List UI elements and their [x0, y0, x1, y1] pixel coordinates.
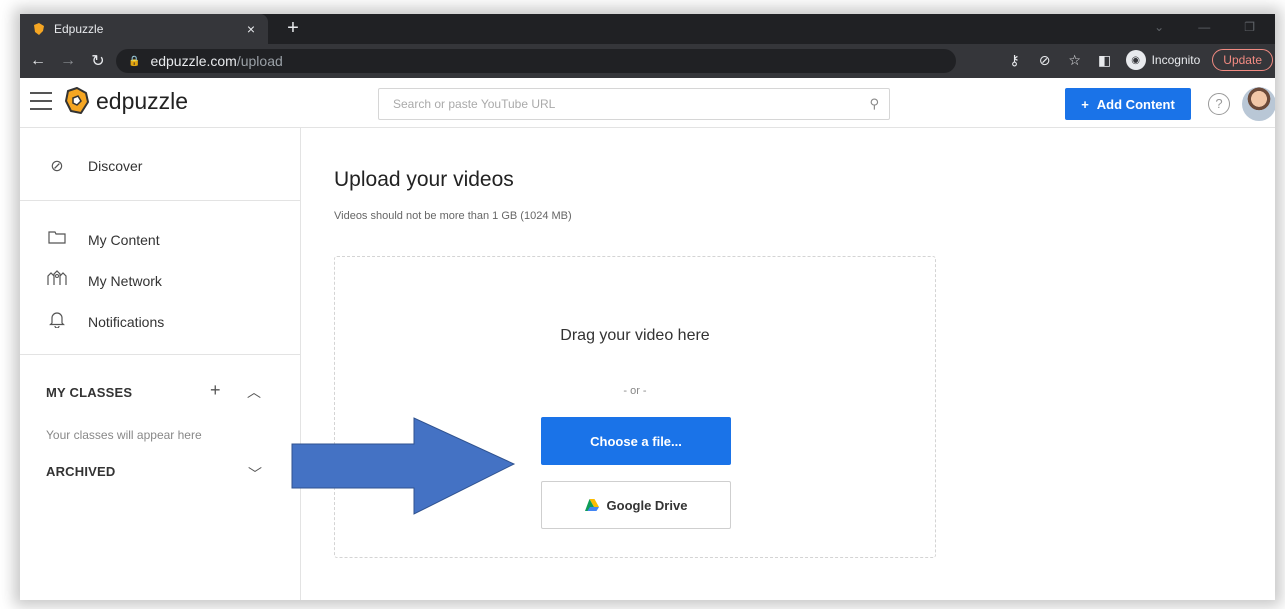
app-header: edpuzzle ⚲ + Add Content ?: [20, 78, 1275, 128]
plus-icon: +: [1081, 96, 1089, 112]
key-icon[interactable]: ⚷: [1006, 52, 1024, 69]
drag-text: Drag your video here: [560, 327, 710, 344]
window-controls: ⌄ — ❐: [1154, 20, 1255, 34]
add-content-button[interactable]: + Add Content: [1065, 88, 1191, 120]
address-bar[interactable]: 🔒 edpuzzle.com /upload: [116, 49, 956, 73]
logo-text: edpuzzle: [96, 87, 189, 114]
sidebar-divider: [20, 200, 301, 201]
side-panel-icon[interactable]: ◧: [1096, 52, 1114, 69]
back-icon[interactable]: ←: [26, 52, 50, 70]
screenshot-frame: Edpuzzle × + ⌄ — ❐ ← → ↻ 🔒 edpuzzle.com …: [20, 14, 1275, 600]
puzzle-logo-icon: [65, 87, 89, 114]
url-host: edpuzzle.com: [150, 53, 237, 69]
page-title: Upload your videos: [334, 168, 514, 191]
browser-tab-bar: Edpuzzle × + ⌄ — ❐: [20, 14, 1275, 44]
archived-heading[interactable]: ARCHIVED: [46, 464, 116, 479]
restore-icon[interactable]: ❐: [1244, 20, 1255, 34]
edpuzzle-favicon-icon: [32, 22, 46, 36]
google-drive-label: Google Drive: [606, 497, 688, 513]
or-separator: - or -: [623, 385, 647, 397]
search-input[interactable]: [393, 97, 853, 111]
avatar[interactable]: [1242, 87, 1275, 121]
add-content-label: Add Content: [1096, 96, 1175, 112]
sidebar-item-my-network[interactable]: My Network: [20, 270, 162, 291]
eye-off-icon[interactable]: ⊘: [1036, 52, 1054, 69]
compass-icon: ⊘: [50, 158, 64, 175]
bell-icon: [46, 310, 68, 333]
sidebar-item-label: My Network: [88, 272, 162, 289]
help-icon[interactable]: ?: [1208, 93, 1230, 115]
network-icon: [46, 270, 68, 291]
reload-icon[interactable]: ↻: [86, 51, 110, 71]
toolbar-actions: ⚷ ⊘ ☆ ◧ ◉ Incognito Update: [1006, 49, 1275, 71]
tab-close-icon[interactable]: ×: [242, 20, 260, 38]
minimize-icon[interactable]: —: [1198, 20, 1210, 34]
classes-empty-text: Your classes will appear here: [46, 428, 202, 442]
tab-title: Edpuzzle: [54, 22, 104, 36]
browser-tab[interactable]: Edpuzzle ×: [20, 14, 268, 44]
sidebar-item-label: My Content: [88, 231, 160, 248]
menu-icon[interactable]: [30, 92, 52, 110]
google-drive-button[interactable]: Google Drive: [541, 481, 731, 529]
sidebar-item-notifications[interactable]: Notifications: [20, 310, 164, 333]
search-icon[interactable]: ⚲: [869, 96, 879, 112]
sidebar-divider: [20, 354, 301, 355]
sidebar: ⊘ Discover My Content My Network Notific…: [20, 128, 301, 600]
url-path: /upload: [236, 53, 283, 69]
sidebar-item-label: Notifications: [88, 313, 165, 330]
edpuzzle-logo[interactable]: edpuzzle: [62, 86, 188, 116]
forward-icon[interactable]: →: [56, 52, 80, 70]
add-class-icon[interactable]: +: [210, 380, 221, 401]
chevron-up-icon[interactable]: ︿: [247, 382, 261, 402]
annotation-arrow: [291, 417, 516, 515]
sidebar-item-label: Discover: [88, 158, 143, 174]
google-drive-icon: [584, 499, 599, 511]
star-icon[interactable]: ☆: [1066, 52, 1084, 69]
incognito-icon: ◉: [1125, 50, 1146, 70]
new-tab-button[interactable]: +: [282, 17, 304, 39]
sidebar-item-my-content[interactable]: My Content: [20, 230, 160, 249]
search-box[interactable]: ⚲: [378, 88, 890, 120]
tab-search-icon[interactable]: ⌄: [1154, 20, 1164, 34]
chevron-down-icon[interactable]: ﹀: [248, 464, 262, 484]
my-classes-heading: MY CLASSES: [46, 385, 133, 400]
browser-toolbar: ← → ↻ 🔒 edpuzzle.com /upload ⚷ ⊘ ☆ ◧ ◉ I…: [20, 44, 1275, 78]
choose-file-button[interactable]: Choose a file...: [541, 417, 731, 465]
incognito-label: Incognito: [1151, 53, 1201, 67]
lock-icon: 🔒: [128, 55, 141, 67]
sidebar-item-discover[interactable]: ⊘ Discover: [20, 156, 142, 176]
update-button[interactable]: Update: [1212, 49, 1273, 71]
folder-icon: [46, 230, 68, 249]
upload-limit-text: Videos should not be more than 1 GB (102…: [334, 210, 572, 222]
incognito-indicator[interactable]: ◉ Incognito: [1125, 50, 1201, 70]
